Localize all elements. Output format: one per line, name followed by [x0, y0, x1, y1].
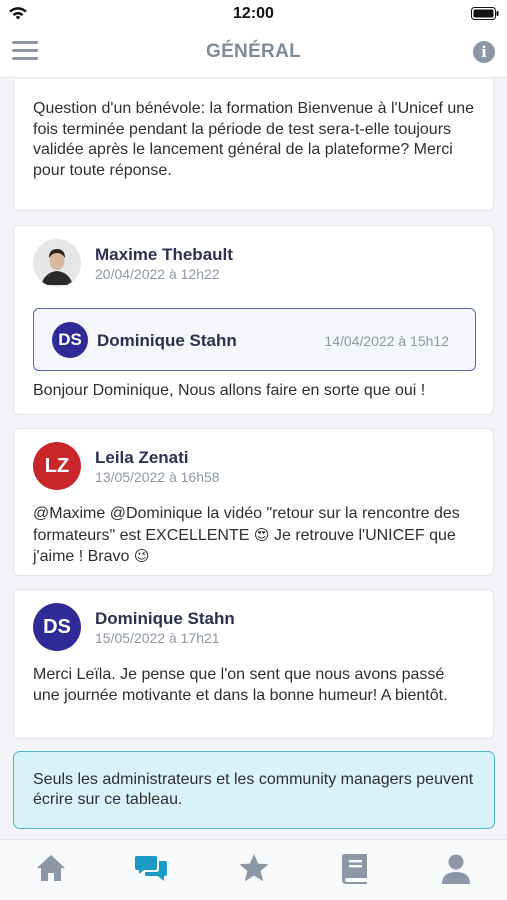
star-icon [239, 854, 268, 882]
author-name[interactable]: Dominique Stahn [95, 609, 235, 629]
quoted-date: 14/04/2022 à 15h12 [324, 333, 449, 349]
read-only-notice: Seuls les administrateurs et les communi… [13, 751, 495, 829]
quoted-author-name: Dominique Stahn [97, 331, 237, 350]
page-title: GÉNÉRAL [206, 41, 301, 62]
status-bar: 12:00 [0, 0, 507, 28]
avatar: DS [33, 603, 81, 651]
chat-icon [134, 856, 167, 881]
post-text: @Maxime @Dominique la vidéo "retour sur … [33, 504, 475, 568]
tab-favorites[interactable] [203, 840, 304, 900]
post-card: LZ Leila Zenati 13/05/2022 à 16h58 @Maxi… [13, 428, 494, 576]
post-card: Question d'un bénévole: la formation Bie… [13, 79, 494, 211]
tab-messages[interactable] [101, 840, 202, 900]
tab-bar [0, 839, 507, 900]
avatar: DS [52, 322, 88, 358]
wink-emoji: 😉 [133, 547, 150, 565]
author-name[interactable]: Maxime Thebault [95, 245, 233, 265]
book-icon [341, 854, 367, 884]
nav-bar: GÉNÉRAL i [0, 28, 507, 78]
tab-profile[interactable] [405, 840, 506, 900]
post-card: DS Dominique Stahn 15/05/2022 à 17h21 Me… [13, 589, 494, 739]
message-feed[interactable]: Question d'un bénévole: la formation Bie… [0, 79, 507, 839]
tab-library[interactable] [304, 840, 405, 900]
post-date: 15/05/2022 à 17h21 [95, 630, 220, 646]
quoted-message[interactable]: DS Dominique Stahn 14/04/2022 à 15h12 [33, 308, 476, 371]
avatar: LZ [33, 442, 81, 490]
post-card: Maxime Thebault 20/04/2022 à 12h22 DS Do… [13, 225, 494, 415]
info-icon[interactable]: i [473, 41, 495, 63]
heart-eyes-emoji: 😍 [253, 525, 270, 544]
status-time: 12:00 [233, 5, 274, 22]
avatar [33, 239, 81, 287]
profile-icon [441, 854, 470, 884]
post-text: Bonjour Dominique, Nous allons faire en … [33, 382, 426, 399]
author-name[interactable]: Leila Zenati [95, 448, 189, 468]
post-text: Merci Leïla. Je pense que l'on sent que … [33, 666, 448, 704]
post-date: 13/05/2022 à 16h58 [95, 469, 220, 485]
post-date: 20/04/2022 à 12h22 [95, 266, 220, 282]
notice-text: Seuls les administrateurs et les communi… [33, 771, 474, 808]
tab-home[interactable] [0, 840, 101, 900]
battery-icon [471, 7, 499, 20]
home-icon [36, 855, 65, 881]
post-text: Question d'un bénévole: la formation Bie… [33, 100, 475, 179]
